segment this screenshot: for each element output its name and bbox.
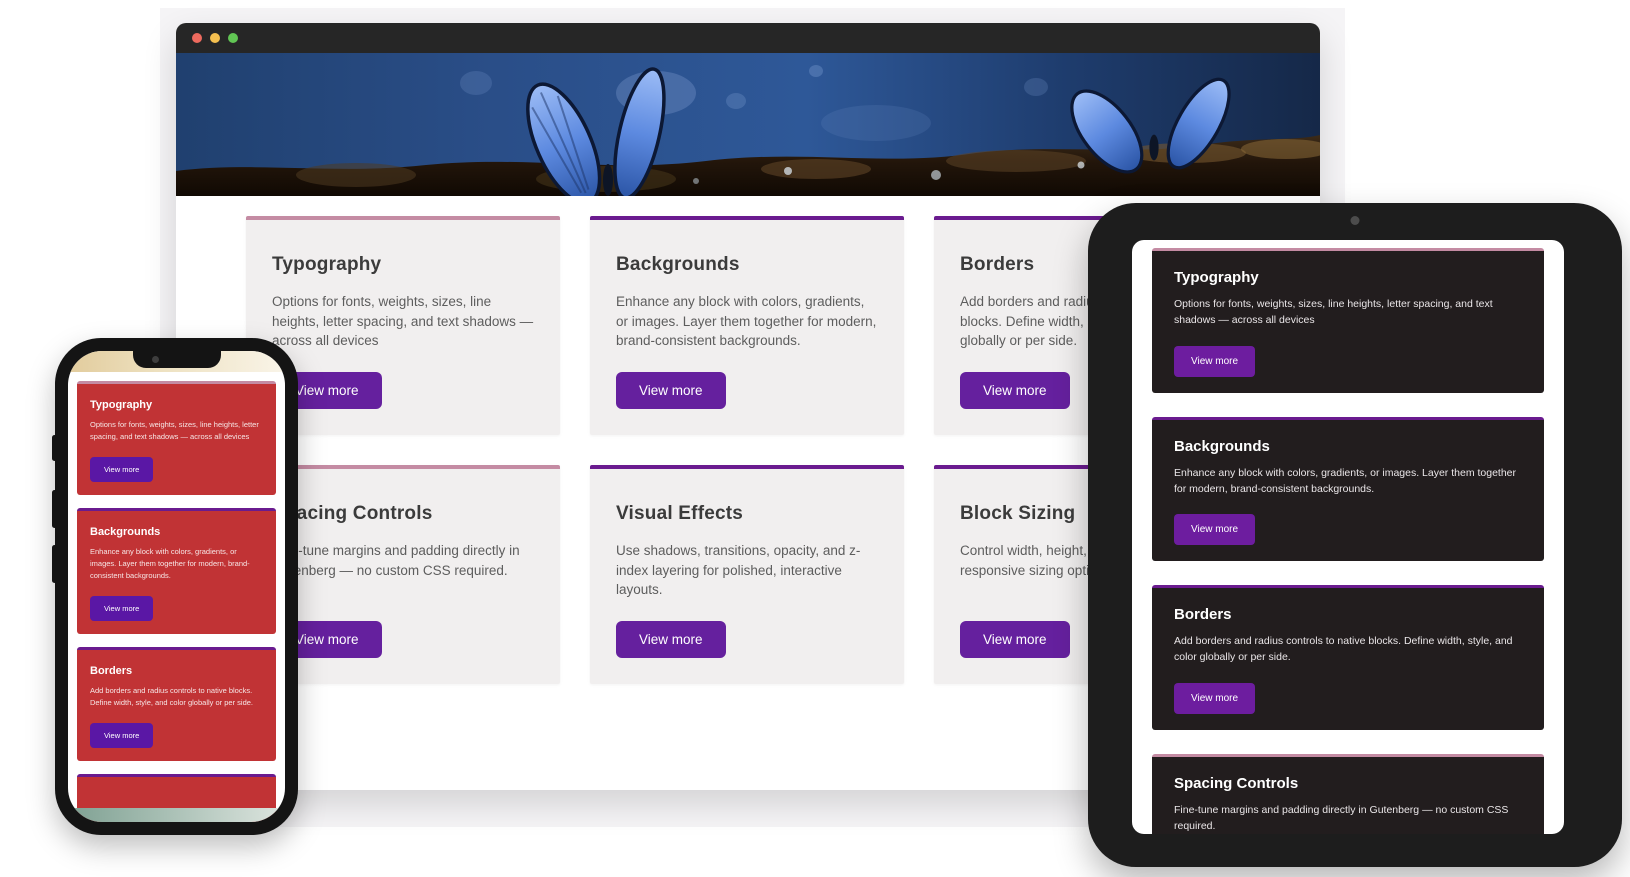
view-more-button[interactable]: View more (616, 621, 726, 658)
card-spacing-controls: Spacing Controls Fine-tune margins and p… (1152, 753, 1544, 834)
maximize-icon[interactable] (228, 33, 238, 43)
tablet-mockup: Typography Options for fonts, weights, s… (1088, 203, 1622, 867)
card-title: Typography (90, 399, 153, 411)
view-more-button[interactable]: View more (90, 723, 154, 749)
card-backgrounds: Backgrounds Enhance any block with color… (590, 216, 904, 435)
card-description: Options for fonts, weights, sizes, line … (272, 294, 534, 349)
card-typography: Typography Options for fonts, weights, s… (77, 381, 276, 496)
card-description: Enhance any block with colors, gradients… (90, 547, 250, 580)
card-description: Use shadows, transitions, opacity, and z… (616, 543, 861, 598)
view-more-button[interactable]: View more (90, 457, 154, 483)
view-more-button[interactable]: View more (1174, 514, 1256, 546)
card-title: Typography (272, 254, 382, 275)
phone-screen: Typography Options for fonts, weights, s… (68, 351, 285, 822)
phone-mockup: Typography Options for fonts, weights, s… (52, 338, 298, 835)
card-visual-effects: Visual Effects Use shadows, transitions,… (590, 465, 904, 684)
tablet-screen: Typography Options for fonts, weights, s… (1132, 240, 1564, 834)
card-title: Visual Effects (616, 503, 744, 524)
card-description: Add borders and radius controls to nativ… (1174, 635, 1513, 664)
card-title: Typography (1174, 269, 1259, 286)
card-title: Spacing Controls (1174, 774, 1299, 792)
mockup-canvas: Typography Options for fonts, weights, s… (0, 0, 1630, 877)
view-more-button[interactable]: View more (1174, 345, 1256, 377)
view-more-button[interactable]: View more (960, 621, 1070, 658)
browser-titlebar (176, 23, 1320, 53)
card-backgrounds: Backgrounds Enhance any block with color… (77, 508, 276, 635)
card-description: Enhance any block with colors, gradients… (616, 294, 877, 349)
view-more-button[interactable]: View more (90, 596, 154, 622)
phone-content: Typography Options for fonts, weights, s… (68, 372, 285, 822)
hero-butterflies-image (176, 53, 1320, 196)
card-description: Options for fonts, weights, sizes, line … (1174, 298, 1493, 327)
minimize-icon[interactable] (210, 33, 220, 43)
card-title: Borders (90, 665, 133, 678)
card-description: Fine-tune margins and padding directly i… (272, 543, 520, 578)
card-typography: Typography Options for fonts, weights, s… (1152, 248, 1544, 393)
card-borders: Borders Add borders and radius controls … (77, 647, 276, 762)
card-title: Block Sizing (960, 503, 1076, 524)
card-title: Backgrounds (616, 254, 740, 275)
camera-icon (151, 356, 159, 363)
phone-notch (132, 351, 221, 368)
card-title: Borders (1174, 606, 1232, 624)
card-description: Enhance any block with colors, gradients… (1174, 466, 1517, 495)
card-title: Backgrounds (1174, 437, 1270, 455)
camera-icon (1350, 216, 1360, 225)
card-description: Fine-tune margins and padding directly i… (1174, 803, 1509, 832)
card-description: Add borders and radius controls to nativ… (90, 686, 254, 707)
view-more-button[interactable]: View more (616, 372, 726, 409)
card-description: Options for fonts, weights, sizes, line … (90, 420, 259, 441)
card-title: Borders (960, 254, 1035, 275)
close-icon[interactable] (192, 33, 202, 43)
phone-volume-up-button (52, 490, 57, 528)
card-backgrounds: Backgrounds Enhance any block with color… (1152, 416, 1544, 562)
view-more-button[interactable]: View more (960, 372, 1070, 409)
phone-footer-band (68, 808, 285, 822)
card-borders: Borders Add borders and radius controls … (1152, 585, 1544, 730)
phone-mute-switch (52, 435, 57, 461)
view-more-button[interactable]: View more (1174, 682, 1256, 714)
card-title: Backgrounds (90, 526, 161, 539)
phone-volume-down-button (52, 545, 57, 583)
